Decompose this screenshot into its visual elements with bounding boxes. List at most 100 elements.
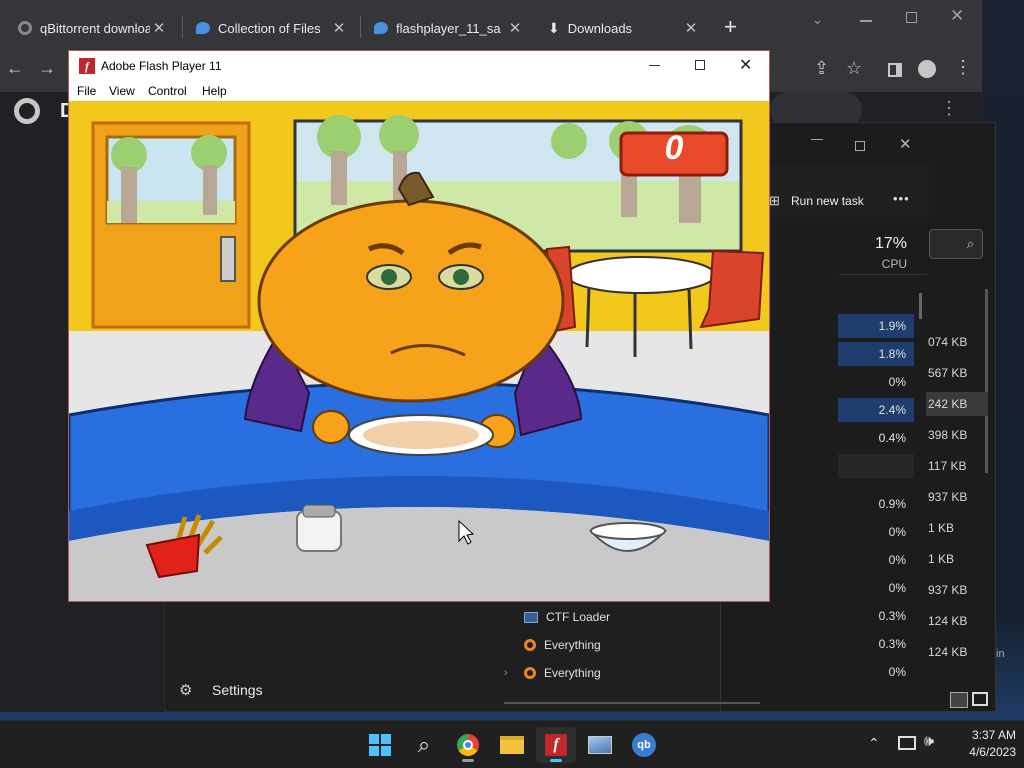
flash-menu-bar: File View Control Help: [69, 81, 769, 101]
pumpkin-left-pupil: [381, 269, 397, 285]
process-row-everything[interactable]: Everything: [504, 632, 601, 658]
cpu-value-cell: 0.4%: [878, 431, 906, 445]
memory-value-cell: 937 KB: [928, 583, 968, 597]
details-view-icon[interactable]: [950, 692, 968, 708]
cpu-column-header[interactable]: 17% CPU: [839, 227, 927, 275]
close-tab-icon[interactable]: ✕: [506, 19, 524, 37]
side-text-fragment: in: [996, 648, 1005, 660]
flash-logo-icon: f: [545, 734, 567, 756]
pumpkin-head: [257, 199, 565, 403]
tab-title: Collection of Files: [218, 20, 321, 36]
close-icon[interactable]: ✕: [899, 135, 912, 153]
door-handle: [220, 236, 236, 282]
profile-avatar-icon[interactable]: [918, 60, 936, 78]
forward-icon[interactable]: →: [38, 58, 56, 79]
minimize-icon[interactable]: [649, 65, 660, 66]
close-tab-icon[interactable]: ✕: [330, 19, 348, 37]
pumpkin-right-pupil: [453, 269, 469, 285]
horizontal-scrollbar[interactable]: [504, 702, 760, 704]
flash-title-bar[interactable]: f Adobe Flash Player 11 ✕: [69, 51, 769, 81]
new-tab-button[interactable]: +: [724, 14, 737, 40]
close-window-icon[interactable]: ✕: [950, 6, 964, 26]
more-options-button[interactable]: •••: [893, 191, 910, 206]
bookmark-star-icon[interactable]: ☆: [846, 58, 862, 79]
cpu-value-cell: 0%: [888, 553, 906, 567]
process-row-everything[interactable]: › Everything: [504, 660, 601, 686]
qbittorrent-favicon-icon: [18, 21, 32, 35]
search-input[interactable]: ⌕: [929, 229, 983, 259]
menu-view[interactable]: View: [109, 84, 135, 98]
network-icon[interactable]: [898, 736, 916, 750]
memory-value-cell: 398 KB: [928, 428, 968, 442]
cpu-value-cell: [838, 454, 914, 478]
taskbar-file-explorer[interactable]: [492, 727, 532, 763]
tab-downloads[interactable]: ⬇ Downloads ✕: [538, 8, 710, 48]
tab-title: flashplayer_11_sa: [396, 20, 501, 36]
maximize-icon[interactable]: [906, 12, 917, 23]
salt-shaker-item[interactable]: [296, 504, 342, 552]
taskbar-search-button[interactable]: ⌕: [404, 727, 444, 763]
scrollbar-thumb[interactable]: [919, 293, 922, 319]
search-icon: ⌕: [417, 732, 431, 757]
tab-title: Downloads: [567, 20, 633, 36]
chevron-up-icon[interactable]: ⌃: [868, 735, 880, 752]
taskbar-chrome[interactable]: [448, 727, 488, 763]
downloads-more-icon[interactable]: ⋮: [940, 98, 958, 119]
windows-taskbar: ⌕ f qb ⌃ 🕪 3:37 AM 4/6/2023: [0, 720, 1024, 768]
minimize-icon[interactable]: [860, 20, 872, 22]
maximize-icon[interactable]: [855, 141, 865, 151]
cpu-value-cell: 1.8%: [838, 342, 914, 366]
process-name: Everything: [544, 638, 601, 652]
volume-icon[interactable]: 🕪: [924, 733, 934, 751]
menu-file[interactable]: File: [77, 84, 96, 98]
chrome-icon: [457, 734, 479, 756]
minimize-icon[interactable]: [811, 139, 823, 140]
memory-value-cell: 937 KB: [928, 490, 968, 504]
cpu-value-cell: 0.3%: [878, 609, 906, 623]
tab-separator: [182, 16, 183, 38]
memory-value-cell: 124 KB: [928, 645, 968, 659]
search-icon: [524, 639, 536, 651]
windows-logo-icon: [369, 734, 391, 756]
menu-control[interactable]: Control: [148, 84, 187, 98]
run-new-task-button[interactable]: Run new task: [791, 194, 864, 208]
compact-view-icon[interactable]: [972, 692, 988, 706]
score-value: 0: [664, 129, 684, 167]
process-row-ctf-loader[interactable]: CTF Loader: [504, 604, 610, 630]
tab-flashplayer[interactable]: flashplayer_11_sa ✕: [364, 8, 534, 48]
back-icon[interactable]: ←: [6, 58, 24, 79]
menu-kebab-icon[interactable]: ⋮: [954, 57, 972, 78]
taskbar-qbittorrent[interactable]: qb: [624, 727, 664, 763]
running-indicator: [462, 759, 474, 762]
memory-value-cell: 1 KB: [928, 521, 955, 535]
cpu-value-cell: 0.9%: [878, 497, 906, 511]
chevron-right-icon[interactable]: ›: [504, 667, 524, 679]
close-tab-icon[interactable]: ✕: [682, 19, 700, 37]
start-button[interactable]: [360, 727, 400, 763]
run-new-task-icon[interactable]: ⊞: [769, 193, 780, 209]
tab-search-icon[interactable]: ⌄: [812, 12, 823, 28]
cpu-value-cell: 0%: [888, 525, 906, 539]
game-scene: [69, 101, 769, 601]
taskbar-flash-player[interactable]: f: [536, 727, 576, 763]
image-viewer-icon: [588, 736, 612, 754]
menu-help[interactable]: Help: [202, 84, 227, 98]
settings-gear-icon[interactable]: ⚙: [179, 681, 192, 699]
settings-label[interactable]: Settings: [212, 682, 263, 698]
close-icon[interactable]: ✕: [739, 55, 752, 75]
taskbar-image-viewer[interactable]: [580, 727, 620, 763]
close-tab-icon[interactable]: ✕: [150, 19, 168, 37]
flash-game-stage[interactable]: 0: [69, 101, 769, 601]
flash-window-title: Adobe Flash Player 11: [101, 59, 222, 73]
side-panel-icon[interactable]: [888, 63, 902, 77]
share-icon[interactable]: ⇪: [814, 58, 829, 79]
tab-collection-of-files[interactable]: Collection of Files ✕: [186, 8, 358, 48]
memory-value-cell: 242 KB: [926, 392, 988, 416]
clock-date[interactable]: 4/6/2023: [946, 745, 1016, 759]
pumpkin-left-hand: [312, 410, 350, 444]
clock-time[interactable]: 3:37 AM: [946, 728, 1016, 742]
tab-qbittorrent-download[interactable]: qBittorrent download ✕: [8, 8, 178, 48]
search-icon: [524, 667, 536, 679]
qbittorrent-icon: qb: [632, 733, 656, 757]
maximize-icon[interactable]: [695, 60, 705, 70]
